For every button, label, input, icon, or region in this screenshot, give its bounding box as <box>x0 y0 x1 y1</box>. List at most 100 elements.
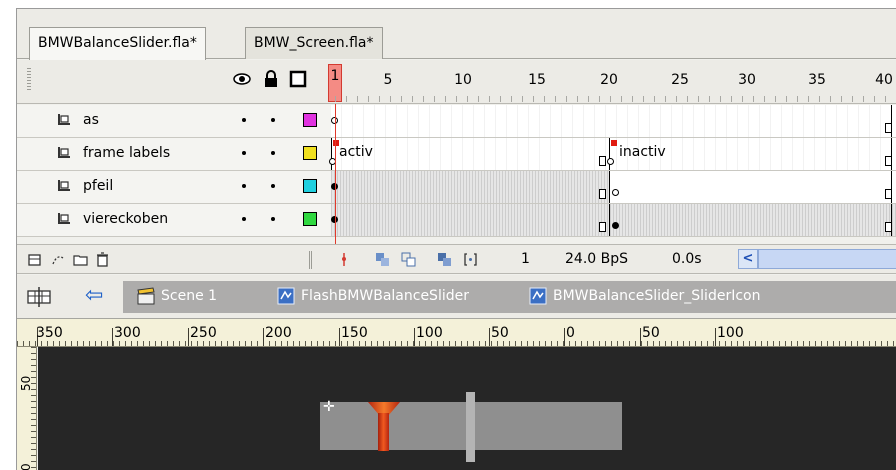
ruler-number: 50 <box>19 375 33 391</box>
frame-number: 30 <box>738 72 756 88</box>
ruler-mark <box>188 328 189 346</box>
edit-multiple-frames-icon[interactable] <box>437 252 452 267</box>
outline-color-swatch[interactable] <box>303 212 317 226</box>
modify-onion-markers-icon[interactable] <box>463 252 478 267</box>
lock-icon[interactable] <box>262 70 280 88</box>
outline-square-icon[interactable] <box>289 70 307 88</box>
onion-skin-icon[interactable] <box>375 252 390 267</box>
end-frame-marker[interactable] <box>599 189 606 199</box>
lock-dot[interactable] <box>271 217 275 221</box>
timeline-toggle-icon[interactable] <box>27 287 51 307</box>
breadcrumb-flashbmwbalanceslider[interactable]: FlashBMWBalanceSlider <box>301 288 469 304</box>
scene-clapper-icon <box>137 287 155 305</box>
layer-row-as[interactable]: as <box>17 105 896 138</box>
onion-skin-outlines-icon[interactable] <box>401 252 416 267</box>
add-motion-guide-icon[interactable] <box>51 252 66 267</box>
keyframe-hollow[interactable] <box>607 158 614 165</box>
end-frame-marker[interactable] <box>885 123 892 133</box>
trash-icon[interactable] <box>95 252 110 267</box>
layer-frames[interactable] <box>331 171 896 203</box>
visibility-dot[interactable] <box>242 184 246 188</box>
timeline-scrollbar[interactable] <box>758 249 896 269</box>
ruler-ticks <box>17 341 896 346</box>
layer-row-pfeil[interactable]: pfeil <box>17 171 896 204</box>
frame-ruler-ticks <box>335 96 896 102</box>
end-frame-marker[interactable] <box>599 222 606 232</box>
elapsed-time-readout: 0.0s <box>672 251 702 267</box>
ruler-number: 50 <box>642 325 660 341</box>
end-frame-marker[interactable] <box>885 156 892 166</box>
keyframe-hollow[interactable] <box>612 189 619 196</box>
filled-frame-span[interactable] <box>331 171 609 203</box>
frame-number: 10 <box>454 72 472 88</box>
center-frame-icon[interactable] <box>337 252 352 267</box>
ruler-number: 0 <box>566 325 575 341</box>
end-frame-marker[interactable] <box>885 189 892 199</box>
layer-header[interactable]: viereckoben <box>17 204 331 236</box>
movieclip-icon <box>277 287 295 305</box>
layer-header[interactable]: as <box>17 105 331 137</box>
breadcrumb-slidericon[interactable]: BMWBalanceSlider_SliderIcon <box>553 288 760 304</box>
ruler-number: 350 <box>36 325 63 341</box>
lock-dot[interactable] <box>271 151 275 155</box>
layer-name[interactable]: as <box>83 112 99 128</box>
end-frame-marker[interactable] <box>599 156 606 166</box>
ruler-mark <box>112 328 113 346</box>
ruler-mark <box>715 328 716 346</box>
frame-number: 25 <box>671 72 689 88</box>
ruler-mark <box>489 328 490 346</box>
layer-header[interactable]: frame labels <box>17 138 331 170</box>
outline-color-swatch[interactable] <box>303 179 317 193</box>
layer-name[interactable]: viereckoben <box>83 211 168 227</box>
layer-frames[interactable]: activ inactiv <box>329 138 896 170</box>
visibility-dot[interactable] <box>242 217 246 221</box>
frame-cells <box>331 105 896 137</box>
layer-header[interactable]: pfeil <box>17 171 331 203</box>
breadcrumb: Scene 1 FlashBMWBalanceSlider BMWBalance… <box>123 281 896 313</box>
stage-canvas[interactable]: ✛ <box>38 347 896 470</box>
slider-center-tick[interactable] <box>466 392 475 462</box>
layer-row-frame-labels[interactable]: frame labels activ inactiv <box>17 138 896 171</box>
layer-icon <box>58 114 70 125</box>
eye-icon[interactable] <box>233 70 251 88</box>
flash-ide-window: BMWBalanceSlider.fla* BMW_Screen.fla* 1 … <box>0 0 896 470</box>
panel-grip[interactable] <box>27 68 31 92</box>
ruler-ticks <box>31 347 36 470</box>
panel-splitter[interactable] <box>309 251 313 269</box>
tab-bmwbalanceslider[interactable]: BMWBalanceSlider.fla* <box>29 27 206 60</box>
ruler-number: 150 <box>341 325 368 341</box>
outline-color-swatch[interactable] <box>303 146 317 160</box>
frame-number: 20 <box>600 72 618 88</box>
keyframe-filled[interactable] <box>612 222 619 229</box>
playhead-line <box>335 104 336 244</box>
insert-layer-icon[interactable] <box>27 252 42 267</box>
ruler-number: 50 <box>491 325 509 341</box>
ruler-number: 250 <box>190 325 217 341</box>
lock-dot[interactable] <box>271 118 275 122</box>
slider-handle[interactable] <box>378 413 389 451</box>
timeline-header: 1 5 10 15 20 25 30 35 40 <box>17 60 896 104</box>
layer-name[interactable]: pfeil <box>83 178 113 194</box>
breadcrumb-scene-1[interactable]: Scene 1 <box>161 288 217 304</box>
timeline-scroll-left-button[interactable]: < <box>738 249 758 269</box>
frame-number: 5 <box>383 72 393 88</box>
layer-name[interactable]: frame labels <box>83 145 170 161</box>
insert-folder-icon[interactable] <box>73 252 88 267</box>
tab-bmw-screen[interactable]: BMW_Screen.fla* <box>245 27 383 59</box>
visibility-dot[interactable] <box>242 118 246 122</box>
layer-icon <box>58 180 70 191</box>
visibility-dot[interactable] <box>242 151 246 155</box>
ruler-mark <box>414 328 415 346</box>
outline-color-swatch[interactable] <box>303 113 317 127</box>
layer-row-viereckoben[interactable]: viereckoben <box>17 204 896 237</box>
frame-number: 15 <box>528 72 546 88</box>
movieclip-icon <box>529 287 547 305</box>
layer-frames[interactable] <box>331 105 896 137</box>
vertical-ruler: 50 0 <box>17 347 37 470</box>
layer-icon <box>58 213 70 224</box>
end-frame-marker[interactable] <box>885 222 892 232</box>
edit-bar: ⇦ Scene 1 FlashBMWBalanceSlider BMWBalan… <box>17 275 896 319</box>
lock-dot[interactable] <box>271 184 275 188</box>
back-arrow-icon[interactable]: ⇦ <box>85 283 103 308</box>
layer-frames[interactable] <box>331 204 896 236</box>
